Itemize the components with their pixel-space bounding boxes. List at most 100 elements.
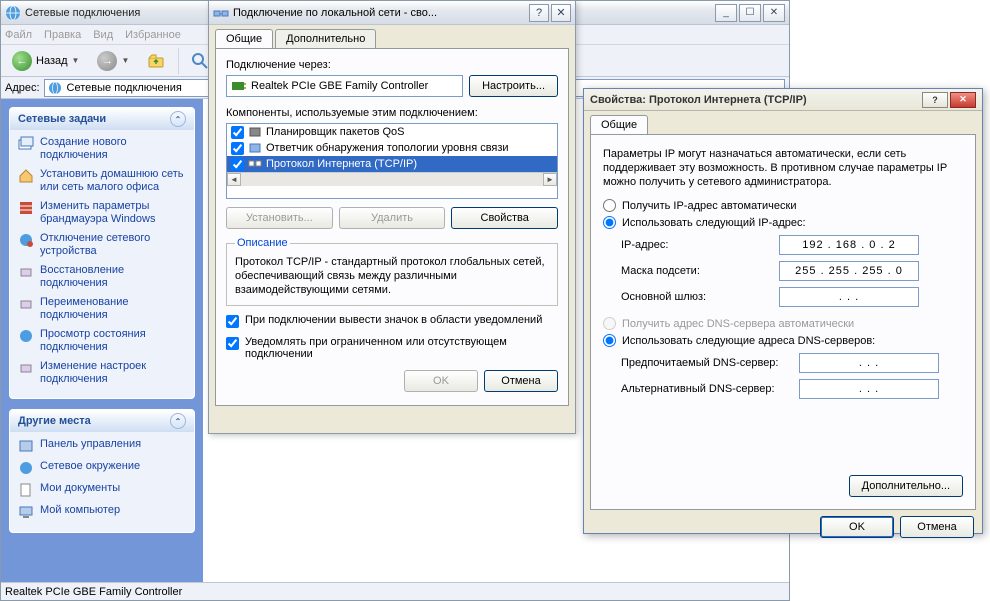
components-list[interactable]: Планировщик пакетов QoS Ответчик обнаруж… bbox=[226, 123, 558, 199]
description-text: Протокол TCP/IP - стандартный протокол г… bbox=[235, 255, 549, 297]
places-panel: Другие места ⌃ Панель управления Сетевое… bbox=[9, 409, 195, 533]
globe-icon bbox=[47, 80, 63, 96]
ip-manual-radio[interactable] bbox=[603, 216, 616, 229]
task-new-connection[interactable]: Создание нового подключения bbox=[18, 136, 186, 162]
menu-favorites[interactable]: Избранное bbox=[125, 29, 181, 41]
dns-manual-label: Использовать следующие адреса DNS-сервер… bbox=[622, 335, 875, 347]
place-documents[interactable]: Мои документы bbox=[18, 482, 186, 498]
dropdown-icon: ▼ bbox=[121, 56, 129, 65]
nic-icon bbox=[231, 78, 247, 94]
cancel-button[interactable]: Отмена bbox=[484, 370, 558, 392]
tasks-panel: Сетевые задачи ⌃ Создание нового подключ… bbox=[9, 107, 195, 399]
task-settings[interactable]: Изменение настроек подключения bbox=[18, 360, 186, 386]
up-button[interactable] bbox=[140, 48, 174, 74]
component-checkbox[interactable] bbox=[231, 126, 244, 139]
dns2-input[interactable]: . . . bbox=[799, 379, 939, 399]
cancel-button[interactable]: Отмена bbox=[900, 516, 974, 538]
rename-icon bbox=[18, 296, 34, 312]
configure-button[interactable]: Настроить... bbox=[469, 75, 558, 97]
firewall-icon bbox=[18, 200, 34, 216]
wizard-icon bbox=[18, 136, 34, 152]
component-item[interactable]: Планировщик пакетов QoS bbox=[227, 124, 557, 140]
menu-file[interactable]: Файл bbox=[5, 29, 32, 41]
component-checkbox[interactable] bbox=[231, 158, 244, 171]
topology-icon bbox=[248, 141, 262, 155]
ip-auto-radio[interactable] bbox=[603, 199, 616, 212]
subnet-mask-input[interactable]: 255 . 255 . 255 . 0 bbox=[779, 261, 919, 281]
close-button[interactable]: ✕ bbox=[950, 92, 976, 108]
adapter-field: Realtek PCIe GBE Family Controller bbox=[226, 75, 463, 97]
back-button[interactable]: ← Назад ▼ bbox=[5, 48, 86, 74]
limited-notify-checkbox[interactable] bbox=[226, 337, 239, 350]
ok-button[interactable]: OK bbox=[820, 516, 894, 538]
collapse-icon: ⌃ bbox=[170, 111, 186, 127]
dlg1-title: Подключение по локальной сети - сво... bbox=[233, 7, 437, 19]
ok-button[interactable]: OK bbox=[404, 370, 478, 392]
uninstall-button[interactable]: Удалить bbox=[339, 207, 446, 229]
task-disable[interactable]: Отключение сетевого устройства bbox=[18, 232, 186, 258]
folder-up-icon bbox=[147, 51, 167, 71]
gateway-label: Основной шлюз: bbox=[621, 291, 771, 303]
task-home-network[interactable]: Установить домашнюю сеть или сеть малого… bbox=[18, 168, 186, 194]
tasks-title: Сетевые задачи bbox=[18, 113, 106, 125]
tray-icon-checkbox[interactable] bbox=[226, 315, 239, 328]
status-icon bbox=[18, 328, 34, 344]
dlg2-title: Свойства: Протокол Интернета (TCP/IP) bbox=[590, 94, 807, 106]
component-checkbox[interactable] bbox=[231, 142, 244, 155]
horizontal-scrollbar[interactable]: ◄ ► bbox=[227, 172, 557, 186]
menu-edit[interactable]: Правка bbox=[44, 29, 81, 41]
address-value: Сетевые подключения bbox=[67, 82, 182, 94]
minimize-button[interactable]: _ bbox=[715, 4, 737, 22]
places-header[interactable]: Другие места ⌃ bbox=[10, 410, 194, 432]
dlg2-tabs: Общие bbox=[584, 111, 982, 134]
close-button[interactable]: ✕ bbox=[551, 4, 571, 22]
menu-view[interactable]: Вид bbox=[93, 29, 113, 41]
components-label: Компоненты, используемые этим подключени… bbox=[226, 107, 558, 119]
tasks-header[interactable]: Сетевые задачи ⌃ bbox=[10, 108, 194, 130]
dlg1-tabs: Общие Дополнительно bbox=[209, 25, 575, 48]
tcpip-icon bbox=[248, 157, 262, 171]
places-title: Другие места bbox=[18, 415, 91, 427]
place-computer[interactable]: Мой компьютер bbox=[18, 504, 186, 520]
back-arrow-icon: ← bbox=[12, 51, 32, 71]
main-title: Сетевые подключения bbox=[25, 7, 140, 19]
connection-icon bbox=[213, 5, 229, 21]
task-status[interactable]: Просмотр состояния подключения bbox=[18, 328, 186, 354]
dns1-input[interactable]: . . . bbox=[799, 353, 939, 373]
tab-general[interactable]: Общие bbox=[215, 29, 273, 48]
limited-notify-label: Уведомлять при ограниченном или отсутств… bbox=[245, 336, 558, 360]
maximize-button[interactable]: ☐ bbox=[739, 4, 761, 22]
dlg1-panel: Подключение через: Realtek PCIe GBE Fami… bbox=[215, 48, 569, 406]
task-repair[interactable]: Восстановление подключения bbox=[18, 264, 186, 290]
forward-button[interactable]: → ▼ bbox=[90, 48, 136, 74]
dns2-label: Альтернативный DNS-сервер: bbox=[621, 383, 791, 395]
tab-general[interactable]: Общие bbox=[590, 115, 648, 134]
scroll-left-icon[interactable]: ◄ bbox=[227, 173, 241, 186]
component-item[interactable]: Ответчик обнаружения топологии уровня св… bbox=[227, 140, 557, 156]
help-button[interactable]: ? bbox=[922, 92, 948, 108]
settings-icon bbox=[18, 360, 34, 376]
install-button[interactable]: Установить... bbox=[226, 207, 333, 229]
help-button[interactable]: ? bbox=[529, 4, 549, 22]
dns1-label: Предпочитаемый DNS-сервер: bbox=[621, 357, 791, 369]
dns-auto-label: Получить адрес DNS-сервера автоматически bbox=[622, 318, 854, 330]
place-network[interactable]: Сетевое окружение bbox=[18, 460, 186, 476]
connection-properties-dialog: Подключение по локальной сети - сво... ?… bbox=[208, 0, 576, 434]
advanced-button[interactable]: Дополнительно... bbox=[849, 475, 963, 497]
scroll-right-icon[interactable]: ► bbox=[543, 173, 557, 186]
ip-address-input[interactable]: 192 . 168 . 0 . 2 bbox=[779, 235, 919, 255]
description-legend: Описание bbox=[235, 237, 290, 249]
repair-icon bbox=[18, 264, 34, 280]
close-button[interactable]: ✕ bbox=[763, 4, 785, 22]
task-firewall[interactable]: Изменить параметры брандмауэра Windows bbox=[18, 200, 186, 226]
task-rename[interactable]: Переименование подключения bbox=[18, 296, 186, 322]
gateway-input[interactable]: . . . bbox=[779, 287, 919, 307]
dns-manual-radio[interactable] bbox=[603, 334, 616, 347]
component-item-selected[interactable]: Протокол Интернета (TCP/IP) bbox=[227, 156, 557, 172]
tray-icon-label: При подключении вывести значок в области… bbox=[245, 314, 542, 326]
place-control-panel[interactable]: Панель управления bbox=[18, 438, 186, 454]
documents-icon bbox=[18, 482, 34, 498]
ip-address-label: IP-адрес: bbox=[621, 239, 771, 251]
tab-advanced[interactable]: Дополнительно bbox=[275, 29, 376, 48]
properties-button[interactable]: Свойства bbox=[451, 207, 558, 229]
